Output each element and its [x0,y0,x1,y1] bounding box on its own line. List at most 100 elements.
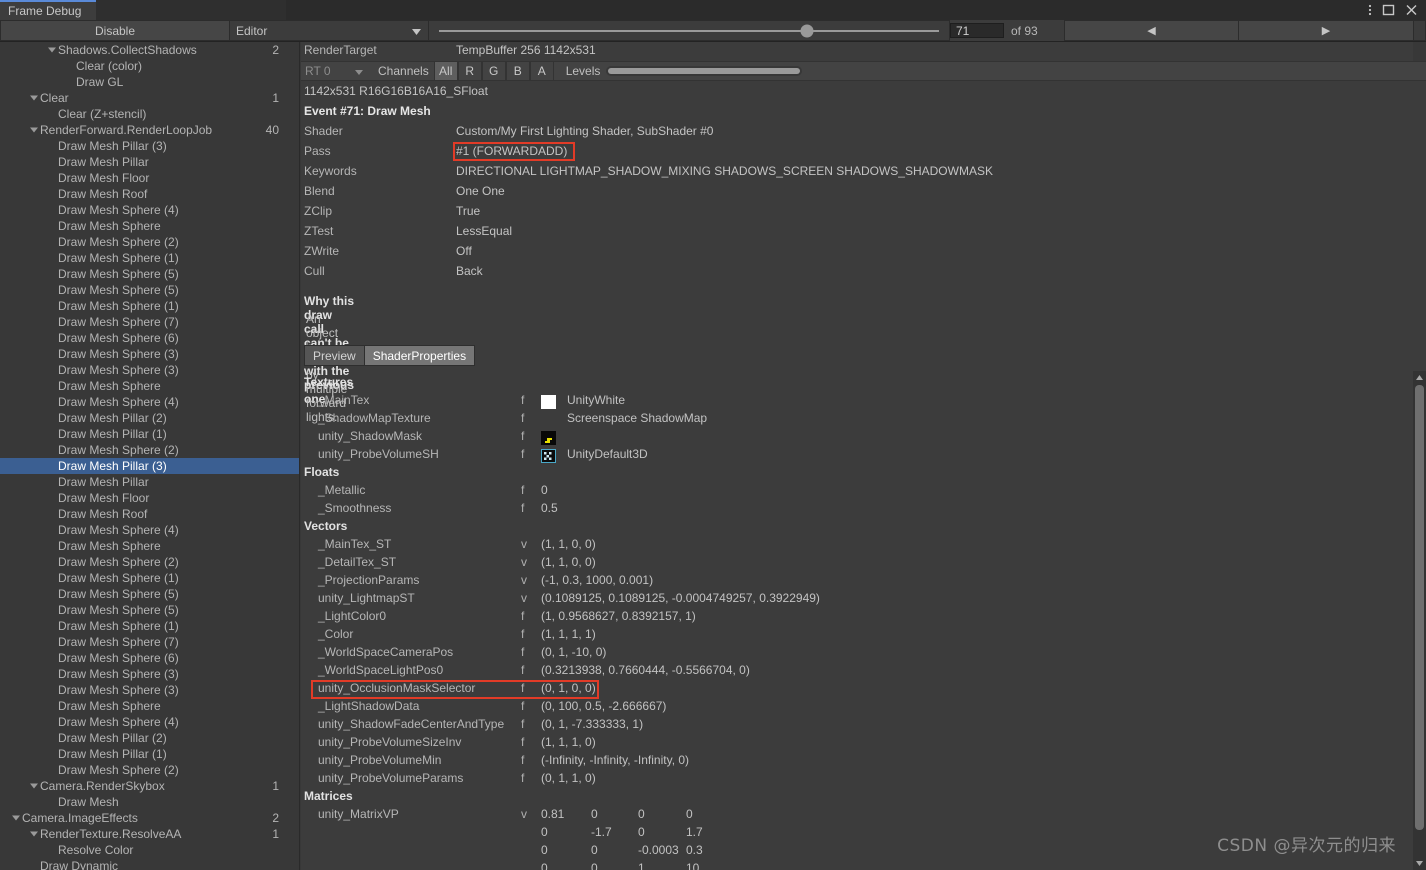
channel-button-g[interactable]: G [481,62,506,80]
event-tree-row[interactable]: Draw Mesh Pillar (3) [0,138,299,154]
channel-b-label: B [513,64,522,78]
event-tree-row-selected[interactable]: Draw Mesh Pillar (3) [0,458,299,474]
event-tree-row[interactable]: Draw Mesh Pillar [0,154,299,170]
event-tree-row[interactable]: Clear (Z+stencil) [0,106,299,122]
tree-expand-arrow-icon[interactable] [47,42,57,58]
detail-tabs: Preview ShaderProperties [304,345,476,366]
event-tree-row[interactable]: Draw Mesh Sphere (2) [0,442,299,458]
event-tree-row[interactable]: Shadows.CollectShadows 2 [0,42,299,58]
event-tree-row[interactable]: Draw Mesh Sphere (7) [0,634,299,650]
event-tree-row[interactable]: Draw Mesh Pillar (1) [0,426,299,442]
channel-button-r[interactable]: R [457,62,482,80]
close-icon[interactable] [1405,4,1418,16]
render-target-header: RenderTarget TempBuffer 256 1142x531 [301,42,1426,60]
event-tree-row[interactable]: Draw Mesh Sphere (2) [0,554,299,570]
event-tree-row[interactable]: Draw Mesh Sphere (6) [0,650,299,666]
property-key: ZClip [304,204,333,218]
event-tree-row[interactable]: Draw Mesh Sphere [0,218,299,234]
scroll-down-icon[interactable] [1413,857,1426,870]
event-tree-row[interactable]: Draw Mesh Roof [0,506,299,522]
event-tree-row[interactable]: RenderTexture.ResolveAA 1 [0,826,299,842]
scroll-up-icon[interactable] [1413,371,1426,384]
shader-property-row: _MainTex_ST v (1, 1, 0, 0) [301,537,1426,555]
event-tree-row[interactable]: Draw Mesh Roof [0,186,299,202]
event-tree-panel[interactable]: Shadows.CollectShadows 2 Clear (color) Draw… [0,42,300,870]
event-tree-row[interactable]: Draw Mesh Sphere (5) [0,602,299,618]
maximize-icon[interactable] [1382,4,1395,16]
event-tree-row[interactable]: Draw Mesh [0,794,299,810]
previous-event-button[interactable]: ◀ [1064,20,1239,41]
event-tree-row[interactable]: Draw Mesh Sphere (3) [0,666,299,682]
disable-button[interactable]: Disable [0,20,230,41]
event-tree-row[interactable]: Draw Dynamic [0,858,299,870]
event-tree-row[interactable]: Draw Mesh Sphere (2) [0,234,299,250]
property-key: Pass [304,144,331,158]
event-tree-row[interactable]: Draw Mesh Sphere (7) [0,314,299,330]
event-tree-row[interactable]: Draw Mesh Pillar (2) [0,730,299,746]
event-tree-row[interactable]: Draw Mesh Sphere (4) [0,394,299,410]
shader-property-value: (0.1089125, 0.1089125, -0.0004749257, 0.… [541,591,820,605]
event-tree-row[interactable]: Draw Mesh Sphere [0,698,299,714]
tree-expand-arrow-icon[interactable] [29,778,39,794]
detail-tab-shaderproperties[interactable]: ShaderProperties [364,345,476,366]
event-tree-row[interactable]: Draw Mesh Sphere (5) [0,282,299,298]
event-tree-row[interactable]: Draw GL [0,74,299,90]
event-tree-row-label: Draw GL [76,75,124,89]
detail-panel-scrollbar[interactable] [1413,371,1426,870]
levels-range-slider[interactable] [606,66,803,76]
event-tree-row[interactable]: Draw Mesh Sphere (4) [0,522,299,538]
event-tree-row[interactable]: Draw Mesh Sphere (3) [0,682,299,698]
channel-button-a[interactable]: A [529,62,554,80]
tree-expand-arrow-icon[interactable] [29,122,39,138]
tree-expand-arrow-icon[interactable] [29,826,39,842]
event-tree-row[interactable]: Draw Mesh Sphere (2) [0,762,299,778]
event-tree-row[interactable]: Draw Mesh Pillar (2) [0,410,299,426]
next-event-button[interactable]: ▶ [1239,20,1414,41]
event-tree-row[interactable]: Draw Mesh Sphere (4) [0,202,299,218]
event-tree-row[interactable]: Draw Mesh Floor [0,170,299,186]
event-tree-row[interactable]: Draw Mesh Pillar [0,474,299,490]
shader-property-row: unity_ProbeVolumeParams f (0, 1, 1, 0) [301,771,1426,789]
event-tree-row[interactable]: Draw Mesh Sphere (1) [0,298,299,314]
event-slider-knob[interactable] [800,24,813,37]
event-tree-row[interactable]: Draw Mesh Sphere [0,538,299,554]
window-tab-frame-debug[interactable]: Frame Debug [0,0,96,20]
event-tree-row-label: Clear (color) [76,59,143,73]
context-dropdown[interactable]: Editor [230,20,429,41]
event-tree-row[interactable]: Draw Mesh Sphere [0,378,299,394]
tree-expand-arrow-icon[interactable] [29,90,39,106]
event-tree-row[interactable]: Draw Mesh Sphere (3) [0,346,299,362]
event-tree-row[interactable]: Draw Mesh Sphere (6) [0,330,299,346]
event-tree-row-label: Draw Mesh Roof [58,507,148,521]
channel-button-all[interactable]: All [433,62,458,80]
kebab-menu-icon[interactable] [1368,3,1372,17]
event-index-input[interactable]: 71 [950,23,1004,38]
event-tree-row-label: Draw Mesh [58,795,119,809]
shader-property-value: (1, 1, 1, 1) [541,627,596,641]
event-tree-row[interactable]: Camera.ImageEffects 2 [0,810,299,826]
detail-tab-preview[interactable]: Preview [304,345,365,366]
event-tree-row[interactable]: Resolve Color [0,842,299,858]
event-tree-row[interactable]: Draw Mesh Sphere (1) [0,618,299,634]
event-tree-row[interactable]: Clear 1 [0,90,299,106]
event-tree-row[interactable]: Draw Mesh Pillar (1) [0,746,299,762]
event-tree-row[interactable]: Camera.RenderSkybox 1 [0,778,299,794]
matrix-name: unity_MatrixVP [318,807,399,821]
event-tree-row[interactable]: Draw Mesh Floor [0,490,299,506]
event-tree-row[interactable]: Draw Mesh Sphere (3) [0,362,299,378]
matrix-cell: 0 [591,861,598,870]
event-tree-row[interactable]: Draw Mesh Sphere (1) [0,250,299,266]
channel-button-b[interactable]: B [505,62,530,80]
event-tree-row[interactable]: Clear (color) [0,58,299,74]
detail-scroll-thumb[interactable] [1415,385,1424,830]
tree-expand-arrow-icon[interactable] [11,810,21,826]
event-tree-row[interactable]: RenderForward.RenderLoopJob 40 [0,122,299,138]
event-tree-row[interactable]: Draw Mesh Sphere (4) [0,714,299,730]
event-tree-row[interactable]: Draw Mesh Sphere (1) [0,570,299,586]
event-slider[interactable] [429,20,950,41]
rt-selector-dropdown[interactable]: RT 0 [301,62,373,80]
shader-property-name: _WorldSpaceCameraPos [318,645,454,659]
event-tree-row[interactable]: Draw Mesh Sphere (5) [0,266,299,282]
event-tree-row[interactable]: Draw Mesh Sphere (5) [0,586,299,602]
render-target-value: TempBuffer 256 1142x531 [456,43,596,57]
